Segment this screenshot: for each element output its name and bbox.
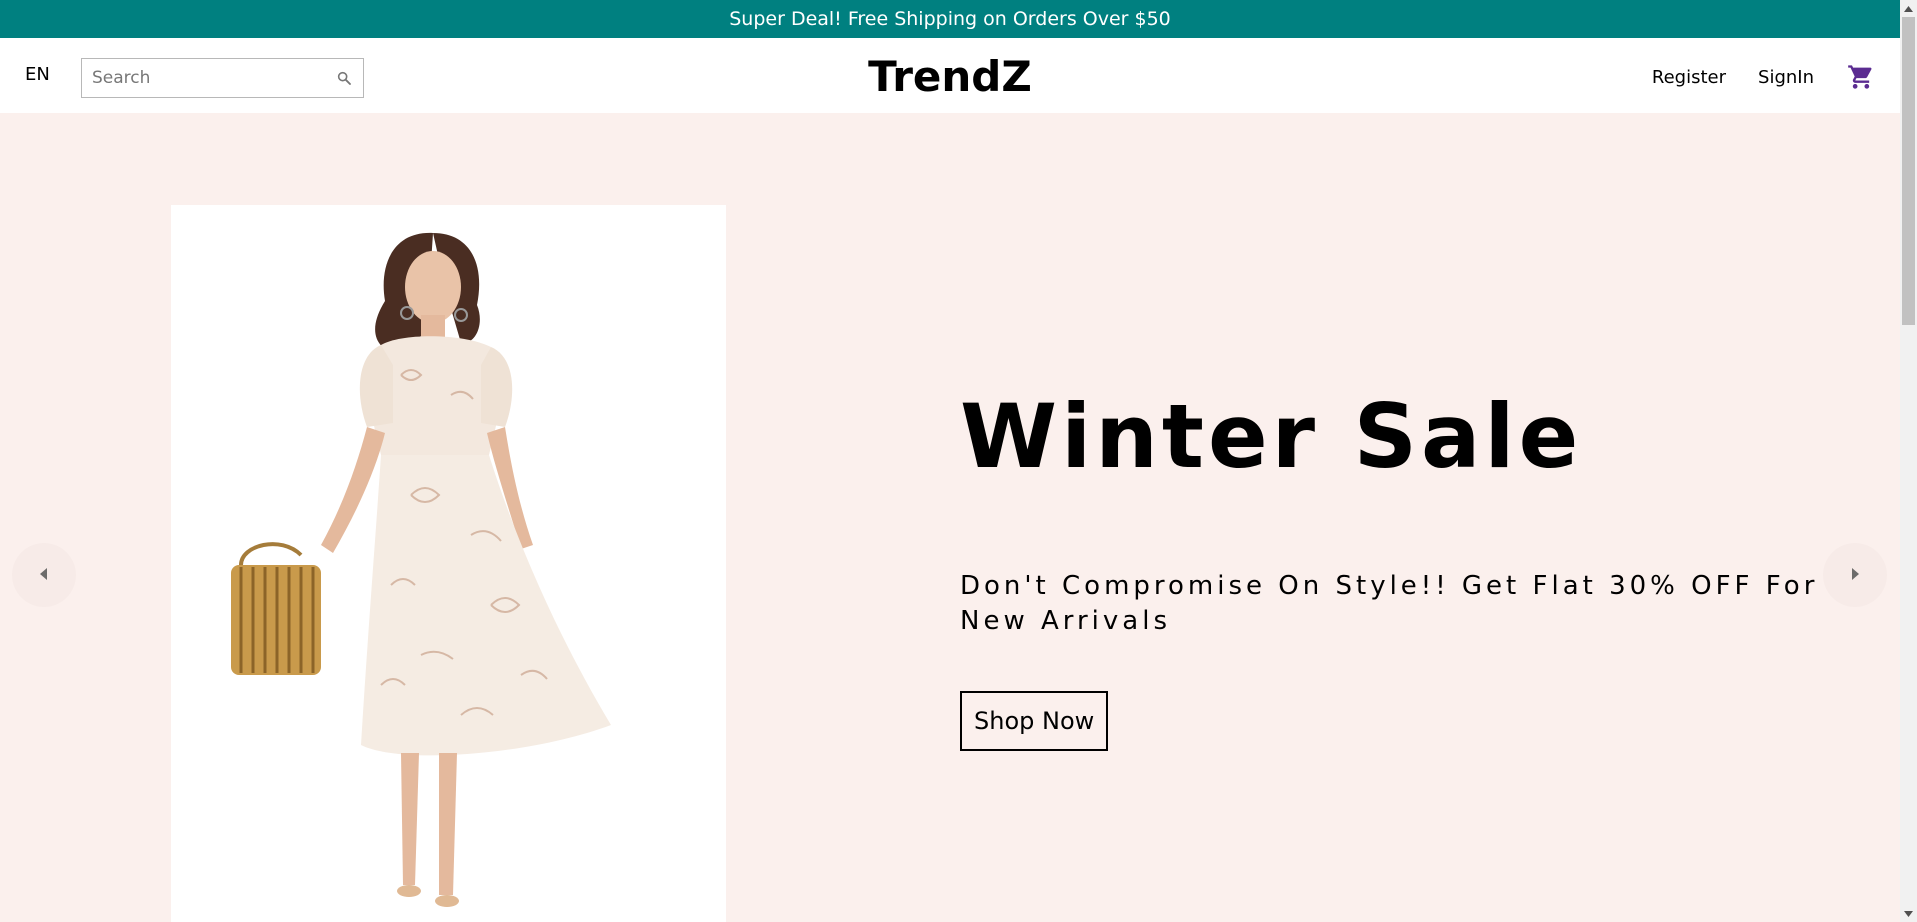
- brand-logo[interactable]: TrendZ: [0, 52, 1900, 101]
- arrow-right-icon: [1849, 566, 1861, 585]
- scroll-down-icon[interactable]: [1900, 905, 1917, 922]
- woman-in-floral-dress-illustration: [231, 232, 611, 907]
- navbar: EN TrendZ Register SignIn: [0, 38, 1900, 113]
- scroll-thumb[interactable]: [1902, 17, 1915, 325]
- slider-next-button[interactable]: [1823, 543, 1887, 607]
- hero-image: [171, 205, 726, 922]
- signin-link[interactable]: SignIn: [1758, 67, 1814, 88]
- hero-description: Don't Compromise On Style!! Get Flat 30%…: [960, 571, 1819, 637]
- slider-prev-button[interactable]: [12, 543, 76, 607]
- arrow-left-icon: [38, 566, 50, 585]
- nav-actions: Register SignIn: [1652, 62, 1876, 92]
- announcement-bar: Super Deal! Free Shipping on Orders Over…: [0, 0, 1900, 38]
- hero-info: Winter Sale Don't Compromise On Style!! …: [960, 385, 1830, 752]
- scroll-up-icon[interactable]: [1900, 0, 1917, 17]
- bamboo-bag: [231, 542, 321, 675]
- register-link[interactable]: Register: [1652, 67, 1726, 88]
- page-scrollbar[interactable]: [1900, 0, 1917, 922]
- hero-title: Winter Sale: [960, 385, 1583, 488]
- announcement-text: Super Deal! Free Shipping on Orders Over…: [729, 8, 1171, 30]
- shopping-cart-icon[interactable]: [1846, 62, 1876, 92]
- page: Super Deal! Free Shipping on Orders Over…: [0, 0, 1917, 922]
- hero-slider: Winter Sale Don't Compromise On Style!! …: [0, 113, 1900, 922]
- shop-now-button[interactable]: Shop Now: [960, 691, 1109, 752]
